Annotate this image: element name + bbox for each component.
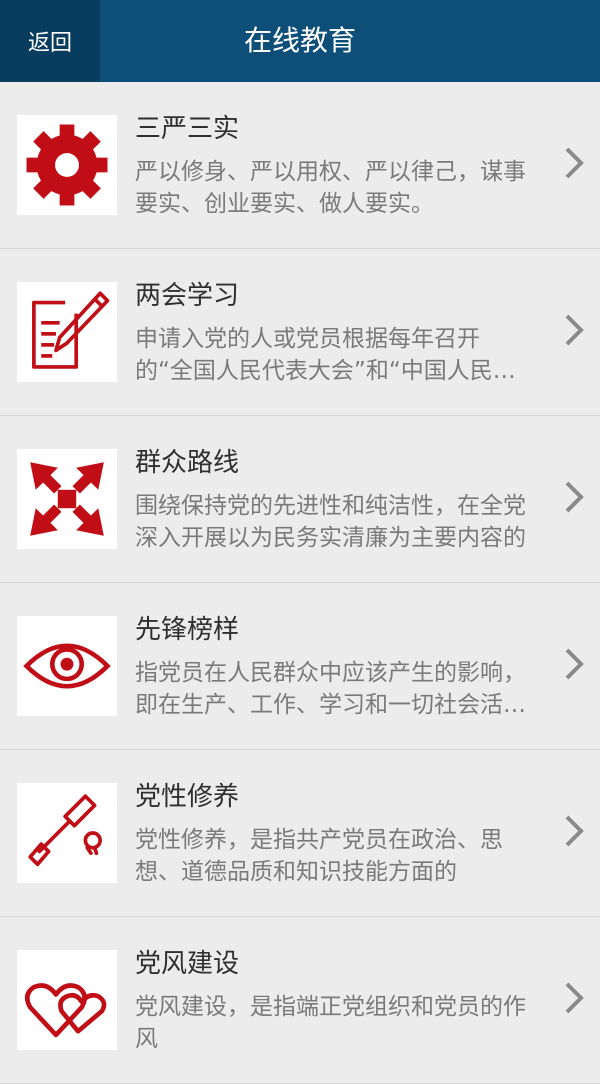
eye-icon [17, 616, 117, 716]
item-description: 严以修身、严以用权、严以律己，谋事要实、创业要实、做人要实。 [135, 159, 526, 217]
item-description: 党风建设，是指端正党组织和党员的作风 [135, 994, 526, 1052]
item-title: 党性修养 [135, 782, 240, 812]
item-title: 党风建设 [135, 949, 240, 979]
item-title: 三严三实 [135, 114, 240, 144]
list-item[interactable]: 党风建设 党风建设，是指端正党组织和党员的作风 [0, 917, 600, 1084]
list-item[interactable]: 先锋榜样 指党员在人民群众中应该产生的影响，即在生产、工作、学习和一切社会活动中 [0, 583, 600, 750]
item-title: 群众路线 [135, 448, 240, 478]
document-pen-icon [17, 282, 117, 382]
item-description: 指党员在人民群众中应该产生的影响，即在生产、工作、学习和一切社会活动中 [135, 660, 526, 718]
list-item[interactable]: 两会学习 申请入党的人或党员根据每年召开的“全国人民代表大会”和“中国人民政治协… [0, 249, 600, 416]
back-button[interactable]: 返回 [0, 0, 100, 82]
list-item[interactable]: 群众路线 围绕保持党的先进性和纯洁性，在全党深入开展以为民务实清廉为主要内容的 [0, 416, 600, 583]
gear-icon [17, 115, 117, 215]
header-bar: 返回 在线教育 [0, 0, 600, 82]
hearts-icon [17, 950, 117, 1050]
item-title: 先锋榜样 [135, 615, 240, 645]
chevron-right-icon [564, 981, 584, 1015]
item-description: 党性修养，是指共产党员在政治、思想、道德品质和知识技能方面的 [135, 827, 503, 885]
list-item[interactable]: 党性修养 党性修养，是指共产党员在政治、思想、道德品质和知识技能方面的 [0, 750, 600, 917]
chevron-right-icon [564, 647, 584, 681]
chevron-right-icon [564, 480, 584, 514]
item-title: 两会学习 [135, 281, 240, 311]
chevron-right-icon [564, 814, 584, 848]
list-item[interactable]: 三严三实 严以修身、严以用权、严以律己，谋事要实、创业要实、做人要实。 [0, 82, 600, 249]
arrows-outward-icon [17, 449, 117, 549]
item-description: 申请入党的人或党员根据每年召开的“全国人民代表大会”和“中国人民政治协商会议” [135, 326, 516, 384]
chevron-right-icon [564, 313, 584, 347]
screwdriver-bulb-icon [17, 783, 117, 883]
chevron-right-icon [564, 146, 584, 180]
item-description: 围绕保持党的先进性和纯洁性，在全党深入开展以为民务实清廉为主要内容的 [135, 493, 526, 551]
course-list: 三严三实 严以修身、严以用权、严以律己，谋事要实、创业要实、做人要实。 两会学习… [0, 82, 600, 1084]
